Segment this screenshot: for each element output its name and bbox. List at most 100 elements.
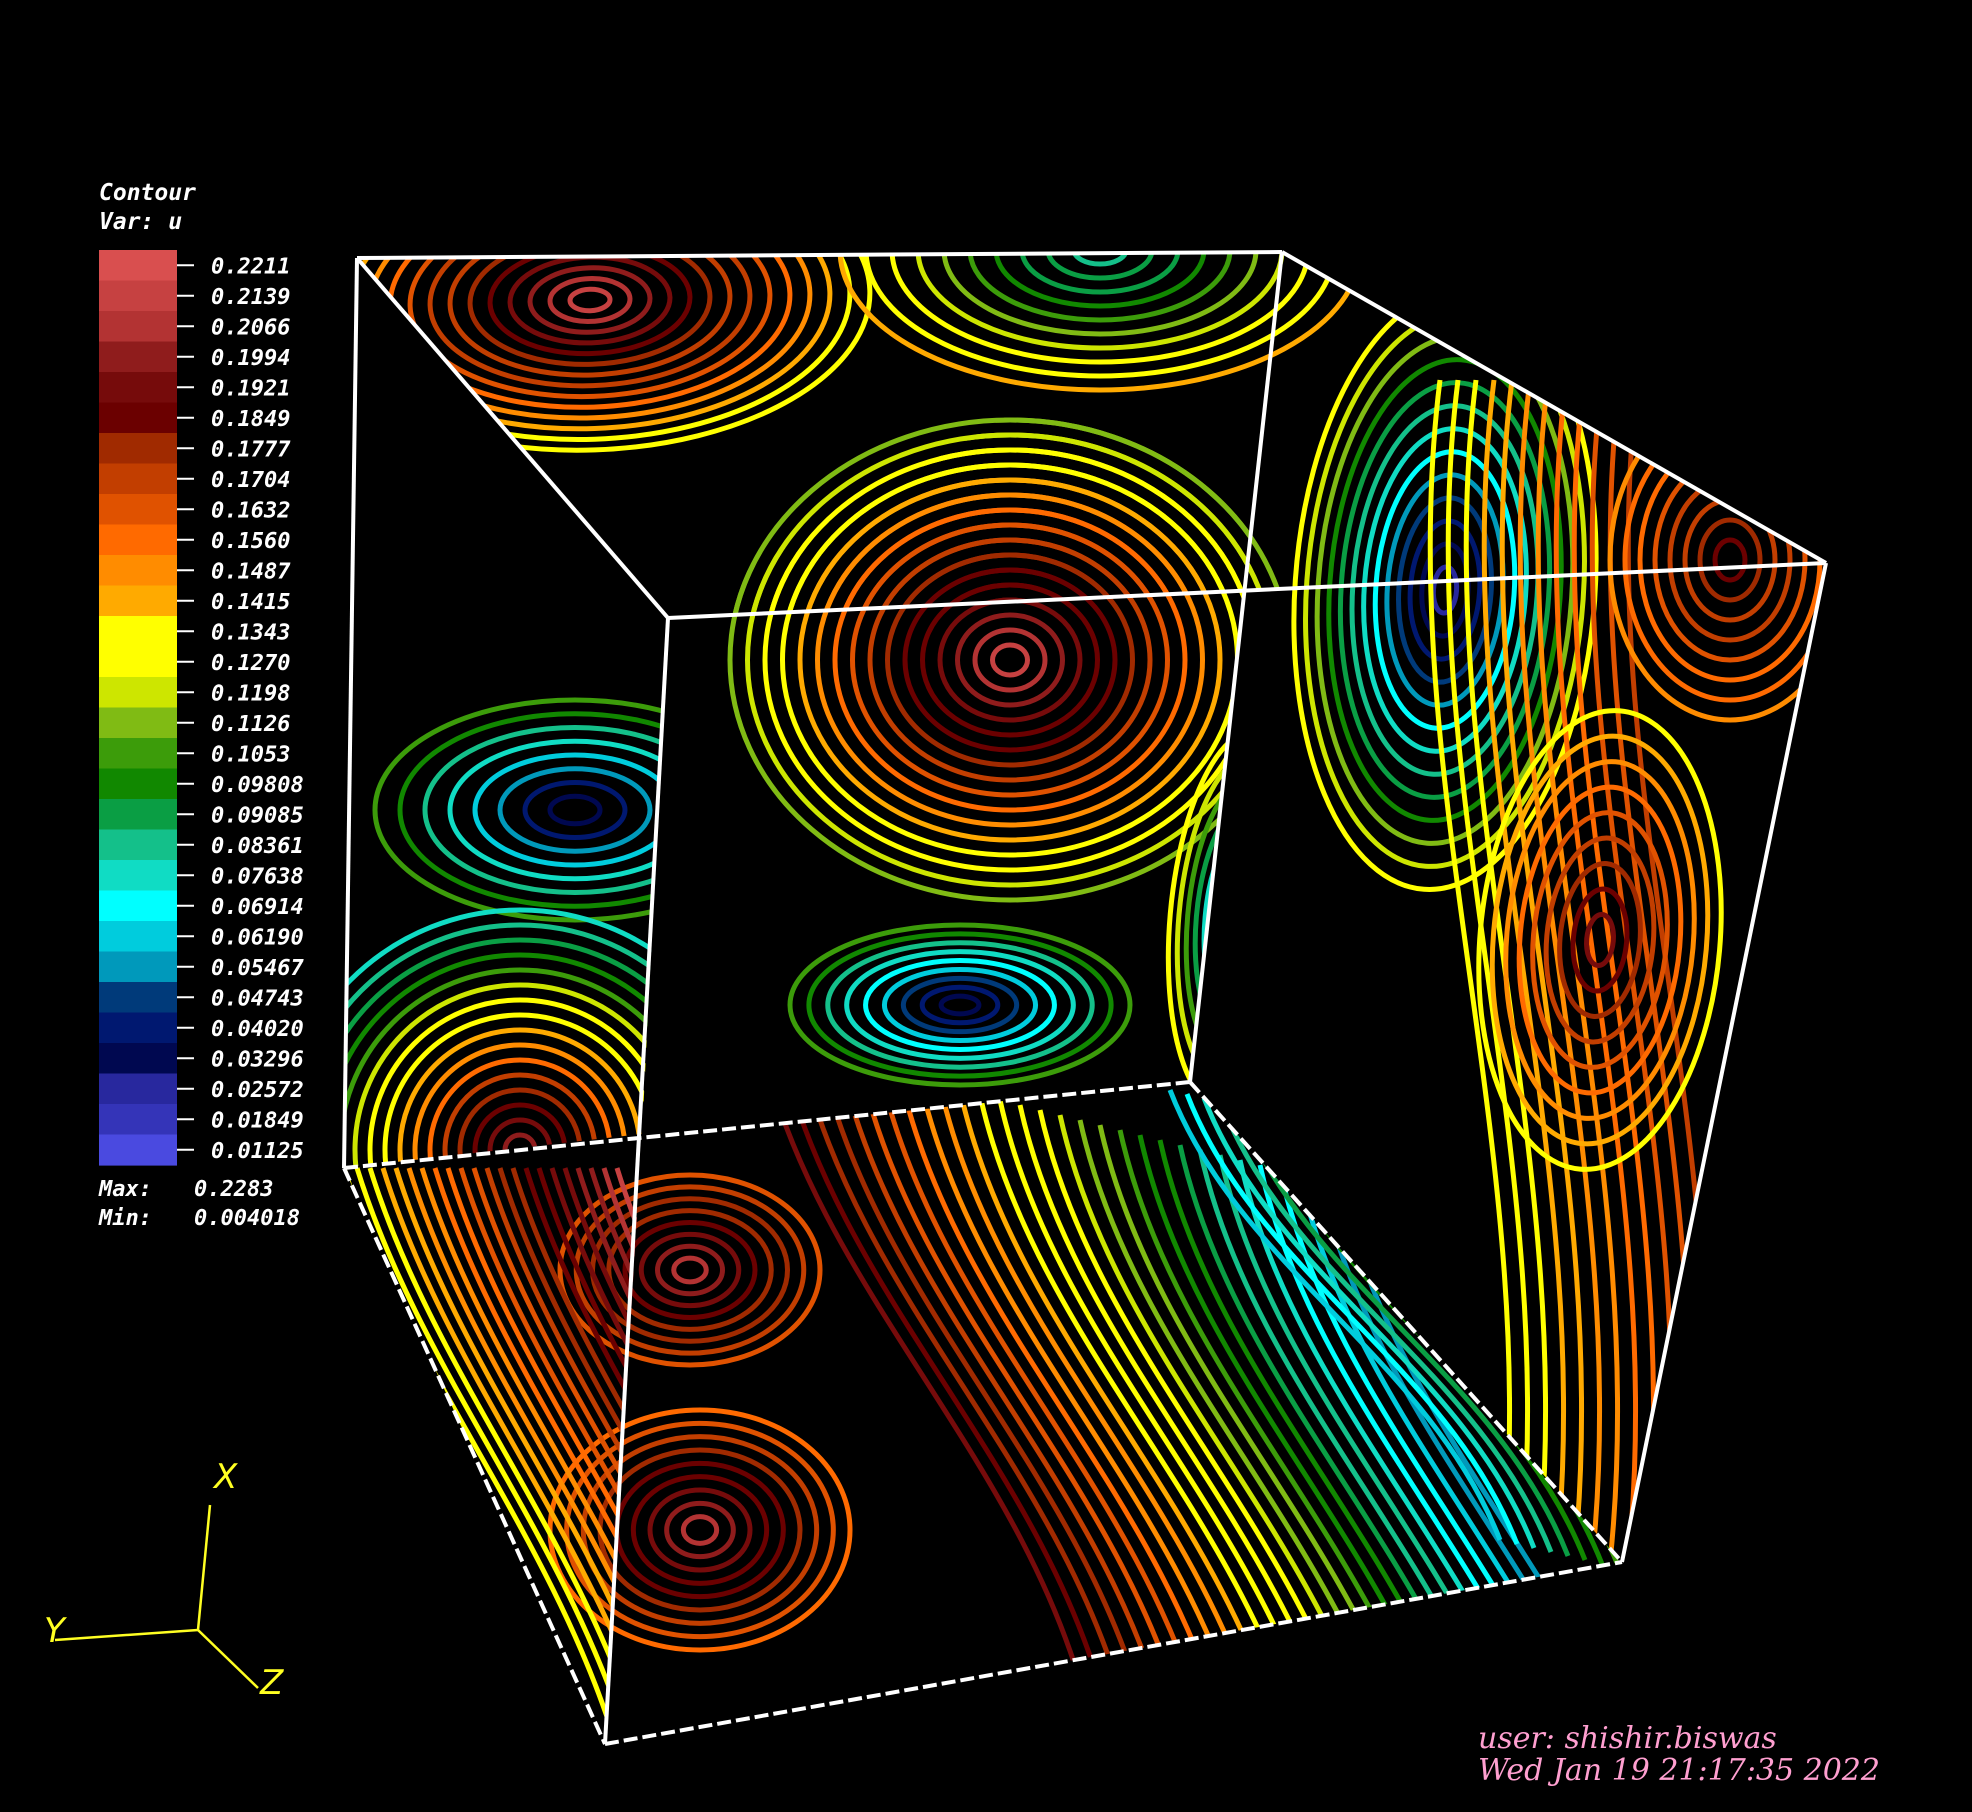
box-edge [342, 1167, 607, 1745]
contour-line [967, 252, 1233, 323]
contour-line [547, 276, 633, 324]
contour-line [447, 738, 668, 882]
contour-line [527, 265, 653, 335]
legend-tick-label: 0.09808 [211, 773, 304, 798]
legend-swatch [99, 341, 177, 373]
contour-line [671, 1255, 709, 1285]
legend-tick-label: 0.04743 [211, 986, 304, 1011]
contour-line [522, 780, 628, 840]
triad-z-line [197, 1629, 259, 1689]
legend-tick-label: 0.1198 [211, 681, 290, 706]
contour-line [655, 1243, 725, 1297]
legend-max-value: 0.2283 [194, 1177, 273, 1202]
legend-swatch [99, 280, 177, 312]
triad-z-label: Z [259, 1663, 284, 1703]
legend-swatch [99, 829, 177, 861]
contour-line [1652, 457, 1808, 663]
contour-line [863, 958, 1057, 1052]
legend-tick-label: 0.05467 [211, 956, 304, 981]
contour-line [815, 492, 1205, 828]
legend-swatch [99, 555, 177, 587]
contour-line [1210, 846, 1270, 994]
legend-tick-label: 0.06914 [211, 895, 304, 920]
legend-tick-label: 0.1632 [211, 498, 290, 523]
contour-line [564, 1420, 836, 1640]
legend-max-label: Max: [98, 1177, 152, 1202]
contour-line [567, 286, 613, 314]
contour-line [938, 993, 982, 1017]
contour-line [422, 725, 668, 895]
legend-swatch [99, 1104, 177, 1136]
legend-swatch [99, 1043, 177, 1075]
box-edge [1620, 562, 1828, 1563]
contour-surface [344, 252, 1826, 1744]
legend-tick-label: 0.1270 [211, 651, 290, 676]
legend-tick-label: 0.07638 [211, 864, 304, 889]
legend-swatch [99, 890, 177, 922]
contour-line [597, 1447, 803, 1613]
legend-swatch [99, 1012, 177, 1044]
contour-line [547, 793, 603, 827]
legend-tick-label: 0.1343 [211, 620, 290, 645]
contour-line [1228, 893, 1252, 947]
legend-tick-labels: 0.2211 0.2139 0.2066 0.1994 0.1921 0.1849 0.17… [211, 254, 304, 1164]
legend-color-bar [99, 250, 194, 1166]
legend-tick-label: 0.2211 [211, 254, 290, 279]
legend-swatch [99, 951, 177, 983]
contour-line [850, 522, 1170, 798]
legend-swatch [99, 463, 177, 495]
legend-tick-label: 0.04020 [211, 1017, 304, 1042]
contour-line [1045, 252, 1155, 281]
legend-swatch [99, 982, 177, 1014]
legend-swatch [99, 677, 177, 709]
contour-line [797, 477, 1223, 843]
user-label: user: shishir.biswas [1478, 1721, 1777, 1756]
triad-x-line [196, 1504, 212, 1631]
contour-line [523, 1167, 642, 1739]
triad-y-label: Y [44, 1611, 67, 1651]
legend-tick-label: 0.02572 [211, 1078, 304, 1103]
legend-swatch [99, 1073, 177, 1105]
contour-line [1697, 517, 1763, 603]
axis-triad: X Y Z [44, 1457, 284, 1703]
legend-min-label: Min: [98, 1206, 152, 1231]
contour-line [1570, 886, 1630, 994]
contour-line [614, 1460, 786, 1600]
legend-swatch [99, 402, 177, 434]
contour-line [920, 582, 1100, 738]
contour-line [993, 252, 1207, 309]
contour-line [937, 597, 1083, 723]
contour-line [387, 252, 793, 410]
contour-line [919, 984, 1001, 1026]
legend-tick-label: 0.2139 [211, 285, 290, 310]
contour-line [1667, 477, 1793, 643]
contour-line [1607, 379, 1693, 1562]
contour-line [806, 931, 1114, 1079]
legend-tick-label: 0.01125 [211, 1139, 304, 1164]
legend-tick-label: 0.1777 [211, 437, 291, 462]
legend-swatch [99, 311, 177, 343]
legend-tick-label: 0.1704 [211, 468, 290, 493]
legend-variable: Var: u [99, 209, 182, 235]
legend-swatch [99, 524, 177, 556]
contour-line [472, 752, 668, 868]
legend-swatch [99, 860, 177, 892]
contour-line [1372, 449, 1518, 731]
contour-line [372, 697, 668, 923]
contour-line [407, 252, 773, 400]
legend-swatch [99, 1134, 177, 1166]
legend-swatch [99, 707, 177, 739]
legend-swatch [99, 799, 177, 831]
legend-swatch [99, 616, 177, 648]
contour-line [630, 1474, 770, 1586]
color-legend: Contour Var: u 0.22110.21390.20660.19940… [98, 180, 304, 1231]
contour-line [1637, 437, 1823, 683]
contour-line [867, 537, 1153, 783]
contour-line [1071, 252, 1129, 267]
legend-tick-label: 0.1415 [211, 590, 290, 615]
contour-line [990, 642, 1030, 678]
contour-line [1291, 288, 1599, 892]
contour-line [863, 252, 1337, 379]
contour-line [1219, 870, 1261, 970]
contour-line [1430, 564, 1460, 616]
